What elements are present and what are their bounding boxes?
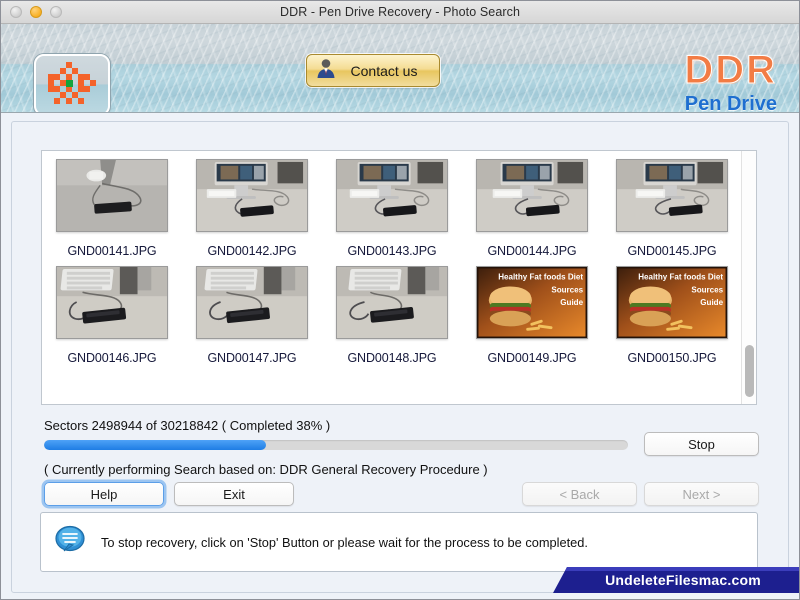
file-cell[interactable]: Healthy Fat foods Diet Sources Guide GND… [462, 258, 602, 365]
speech-bubble-icon [53, 523, 87, 562]
file-grid: GND00141.JPG GND00142.JPG GND00143.JPG G… [42, 151, 742, 365]
recovery-status-text: ( Currently performing Search based on: … [44, 462, 488, 477]
file-thumbnail[interactable] [616, 159, 728, 232]
file-thumbnail[interactable] [56, 159, 168, 232]
file-cell[interactable]: GND00147.JPG [182, 258, 322, 365]
progress-bar [44, 440, 628, 450]
file-thumbnail[interactable] [196, 266, 308, 339]
window-title: DDR - Pen Drive Recovery - Photo Search [279, 5, 521, 19]
exit-button[interactable]: Exit [174, 482, 294, 506]
contact-us-button[interactable]: Contact us [306, 54, 440, 87]
watermark-text: UndeleteFilesmac.com [605, 572, 761, 588]
file-cell[interactable]: GND00142.JPG [182, 151, 322, 258]
file-cell[interactable]: Healthy Fat foods Diet Sources Guide GND… [602, 258, 742, 365]
back-button[interactable]: < Back [522, 482, 637, 506]
header-banner: Contact us DDR Pen Drive [1, 24, 799, 113]
brand-block: DDR Pen Drive [684, 50, 777, 113]
svg-text:Sources: Sources [691, 285, 723, 294]
svg-text:Guide: Guide [700, 298, 723, 307]
body-area: GND00141.JPG GND00142.JPG GND00143.JPG G… [1, 113, 799, 599]
scrollbar-thumb[interactable] [745, 345, 754, 397]
file-thumbnail[interactable] [336, 159, 448, 232]
file-name-label: GND00146.JPG [67, 351, 157, 365]
person-icon [315, 57, 337, 84]
file-name-label: GND00143.JPG [347, 244, 437, 258]
svg-text:Healthy Fat foods Diet: Healthy Fat foods Diet [638, 273, 723, 282]
help-button[interactable]: Help [44, 482, 164, 506]
ddr-checker-logo [34, 54, 110, 112]
hint-text: To stop recovery, click on 'Stop' Button… [101, 534, 588, 550]
file-name-label: GND00141.JPG [67, 244, 157, 258]
file-thumbnail[interactable] [56, 266, 168, 339]
stop-button[interactable]: Stop [644, 432, 759, 456]
sector-progress-text: Sectors 2498944 of 30218842 ( Completed … [44, 418, 331, 433]
file-name-label: GND00145.JPG [627, 244, 717, 258]
file-list-scrollbar[interactable] [741, 151, 756, 404]
brand-title: DDR [684, 48, 777, 92]
file-name-label: GND00148.JPG [347, 351, 437, 365]
file-thumbnail[interactable] [196, 159, 308, 232]
title-bar: DDR - Pen Drive Recovery - Photo Search [1, 1, 799, 24]
file-name-label: GND00149.JPG [487, 351, 577, 365]
file-thumbnail[interactable] [476, 159, 588, 232]
file-thumbnail[interactable] [336, 266, 448, 339]
file-cell[interactable]: GND00143.JPG [322, 151, 462, 258]
contact-us-label: Contact us [350, 62, 418, 79]
file-thumbnail[interactable]: Healthy Fat foods Diet Sources Guide [476, 266, 588, 339]
file-cell[interactable]: GND00144.JPG [462, 151, 602, 258]
svg-text:Sources: Sources [551, 285, 583, 294]
file-cell[interactable]: GND00148.JPG [322, 258, 462, 365]
svg-text:Healthy Fat foods Diet: Healthy Fat foods Diet [498, 273, 583, 282]
file-cell[interactable]: GND00145.JPG [602, 151, 742, 258]
file-name-label: GND00147.JPG [207, 351, 297, 365]
svg-text:Guide: Guide [560, 298, 583, 307]
brand-subtitle: Pen Drive [684, 93, 777, 113]
watermark-banner: UndeleteFilesmac.com [553, 567, 799, 593]
application-window: DDR - Pen Drive Recovery - Photo Search [0, 0, 800, 600]
file-name-label: GND00150.JPG [627, 351, 717, 365]
file-name-label: GND00144.JPG [487, 244, 577, 258]
file-name-label: GND00142.JPG [207, 244, 297, 258]
hint-box: To stop recovery, click on 'Stop' Button… [40, 512, 758, 572]
file-cell[interactable]: GND00141.JPG [42, 151, 182, 258]
file-thumbnail[interactable]: Healthy Fat foods Diet Sources Guide [616, 266, 728, 339]
file-cell[interactable]: GND00146.JPG [42, 258, 182, 365]
progress-bar-fill [44, 440, 266, 450]
file-list-panel: GND00141.JPG GND00142.JPG GND00143.JPG G… [41, 150, 757, 405]
next-button[interactable]: Next > [644, 482, 759, 506]
content-panel: GND00141.JPG GND00142.JPG GND00143.JPG G… [11, 121, 789, 593]
